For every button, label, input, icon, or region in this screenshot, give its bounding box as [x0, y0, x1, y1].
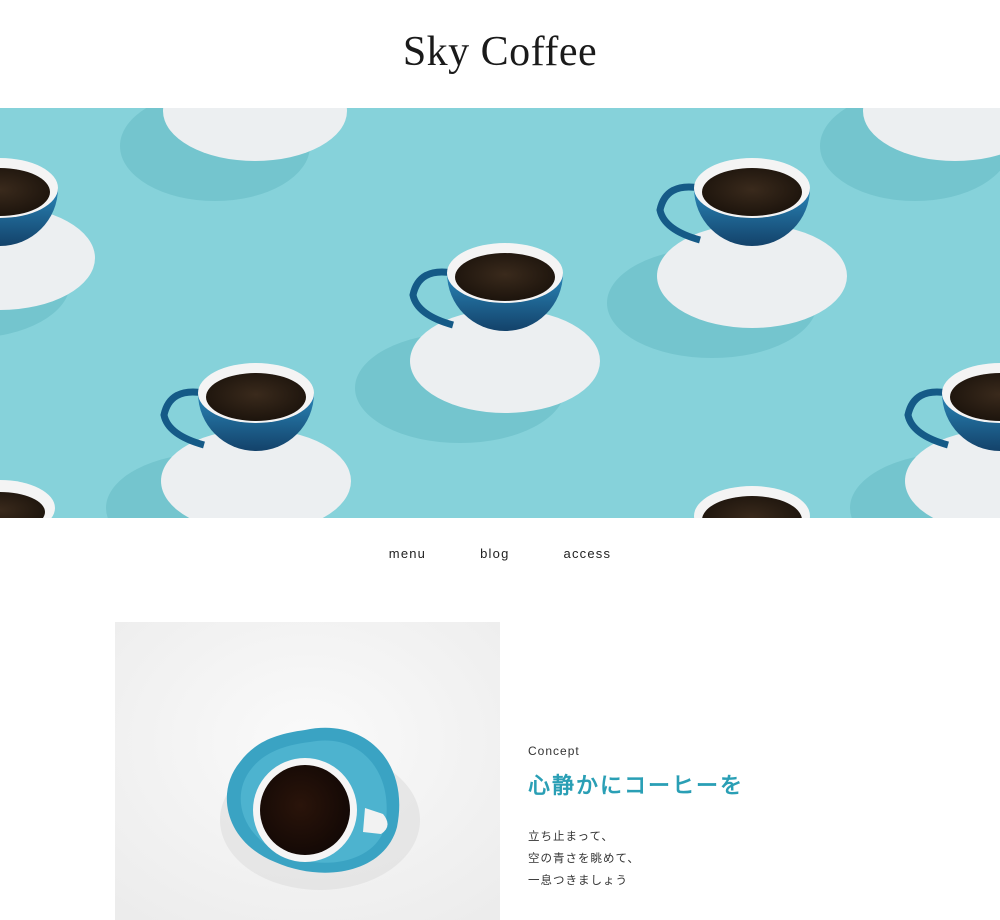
page: Sky Coffee menu blog access Concept 心静かに… [0, 0, 1000, 920]
hero-coffee-cups-pattern [0, 108, 1000, 518]
coffee-cup-top-view-image [115, 622, 500, 920]
hero-image [0, 108, 1000, 518]
site-logo[interactable]: Sky Coffee [403, 28, 597, 76]
concept-body-line: 一息つきましょう [528, 875, 628, 887]
global-nav: menu blog access [0, 518, 1000, 588]
site-header: Sky Coffee [0, 0, 1000, 108]
concept-label: Concept [528, 744, 580, 758]
nav-item-access[interactable]: access [564, 542, 612, 565]
concept-body: 立ち止まって、 空の青さを眺めて、 一息つきましょう [528, 826, 948, 892]
concept-heading: 心静かにコーヒーを [528, 773, 745, 798]
concept-body-line: 立ち止まって、 [528, 831, 614, 843]
nav-item-menu[interactable]: menu [389, 542, 426, 565]
concept-body-line: 空の青さを眺めて、 [528, 853, 640, 865]
nav-item-blog[interactable]: blog [480, 542, 509, 565]
concept-photo [115, 622, 500, 920]
concept-section: Concept 心静かにコーヒーを 立ち止まって、 空の青さを眺めて、 一息つき… [528, 744, 948, 892]
